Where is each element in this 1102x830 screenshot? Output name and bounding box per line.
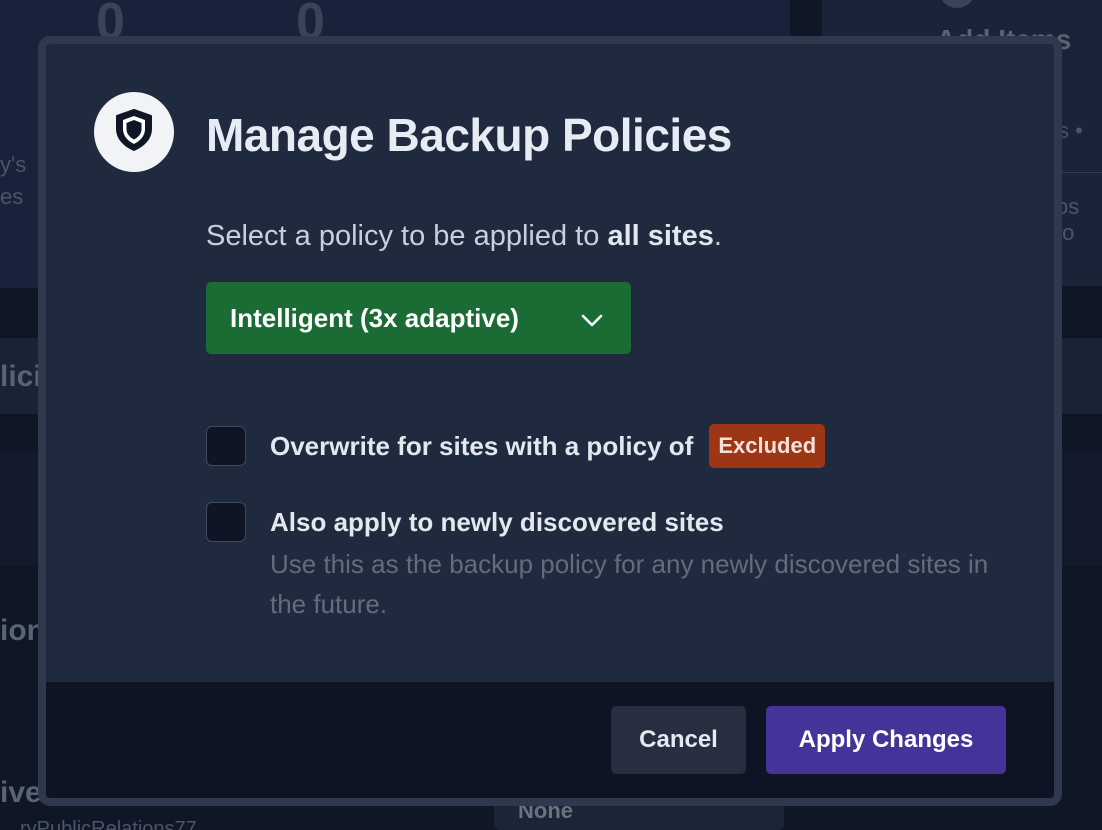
overwrite-excluded-option: Overwrite for sites with a policy of Excl… xyxy=(206,424,826,470)
overwrite-excluded-text: Overwrite for sites with a policy of xyxy=(270,431,694,461)
policy-dropdown-value: Intelligent (3x adaptive) xyxy=(230,302,519,333)
apply-new-sites-help: Use this as the backup policy for any ne… xyxy=(270,549,989,619)
background-text: ryPublicRelations77 xyxy=(20,818,197,830)
modal-subtitle: Select a policy to be applied to all sit… xyxy=(206,220,722,253)
excluded-badge: Excluded xyxy=(709,424,826,469)
apply-new-sites-label: Also apply to newly discovered sites xyxy=(270,507,724,537)
modal-body: Manage Backup Policies Select a policy t… xyxy=(46,44,1054,798)
cancel-button[interactable]: Cancel xyxy=(611,706,746,774)
shield-icon xyxy=(114,108,154,157)
apply-changes-button[interactable]: Apply Changes xyxy=(766,706,1006,774)
overwrite-excluded-checkbox[interactable] xyxy=(206,426,246,466)
subtitle-prefix: Select a policy to be applied to xyxy=(206,220,608,252)
modal-footer: Cancel Apply Changes xyxy=(46,682,1054,798)
subtitle-emphasis: all sites xyxy=(607,220,714,252)
chevron-down-icon xyxy=(581,304,603,335)
background-text: y's xyxy=(0,152,27,177)
background-row-text: ive xyxy=(0,776,42,809)
background-row-text: lici xyxy=(0,360,42,393)
overwrite-excluded-label: Overwrite for sites with a policy of Excl… xyxy=(270,424,826,470)
modal-title: Manage Backup Policies xyxy=(206,109,732,161)
manage-backup-policies-modal: Manage Backup Policies Select a policy t… xyxy=(38,36,1062,806)
policy-dropdown[interactable]: Intelligent (3x adaptive) xyxy=(206,282,631,354)
shield-badge xyxy=(94,92,174,172)
apply-new-sites-option: Also apply to newly discovered sites xyxy=(206,502,724,542)
subtitle-suffix: . xyxy=(713,220,722,252)
background-text: es xyxy=(0,184,24,209)
apply-new-sites-checkbox[interactable] xyxy=(206,502,246,542)
background-text: os fo xyxy=(1056,194,1080,245)
